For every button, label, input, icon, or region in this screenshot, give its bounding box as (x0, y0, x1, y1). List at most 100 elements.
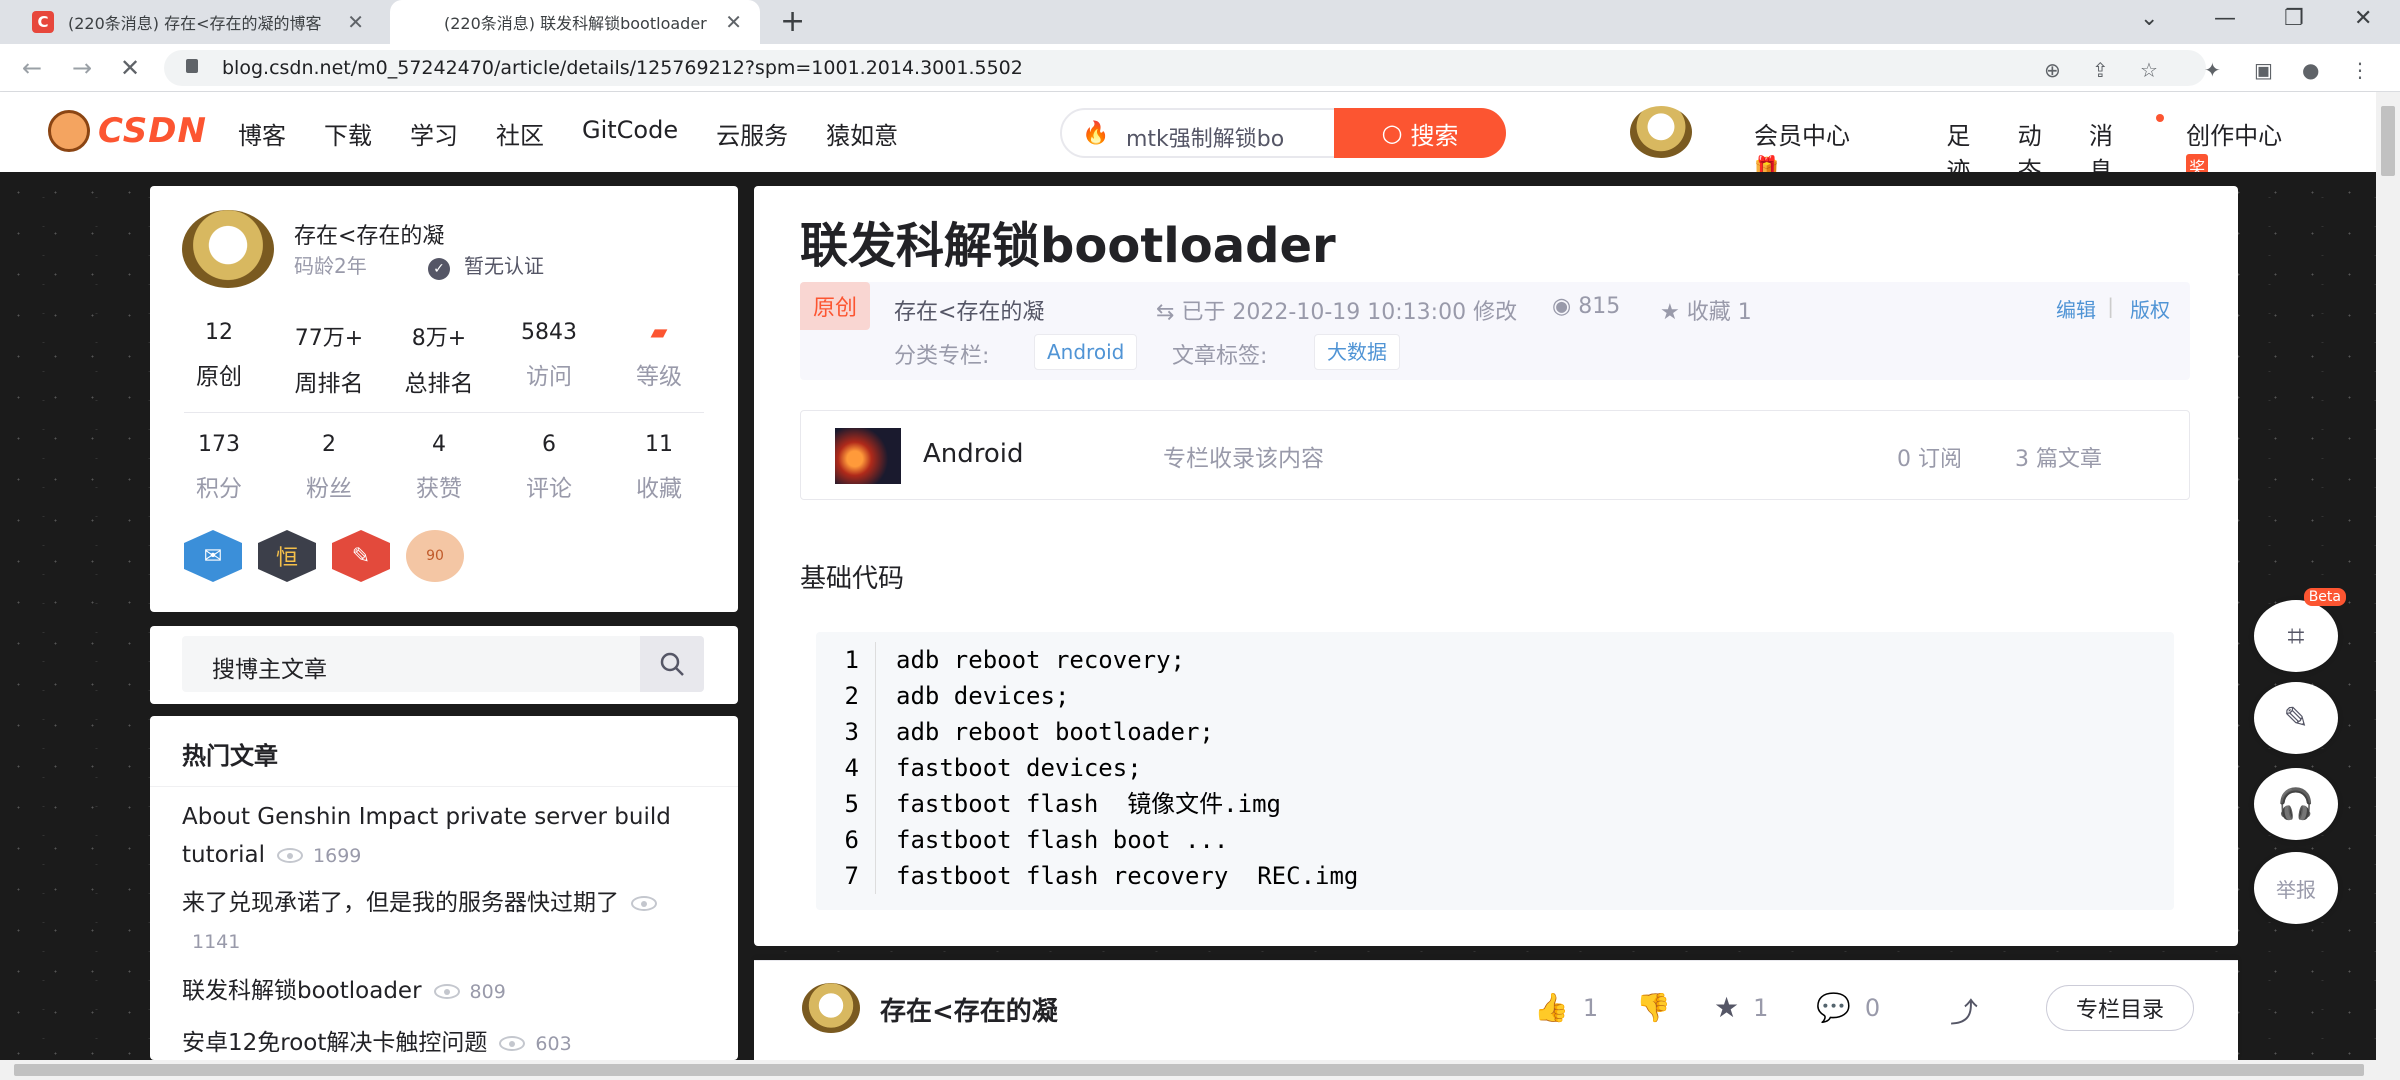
nav-blog[interactable]: 博客 (238, 116, 286, 151)
stat-likes[interactable]: 4 获赞 (384, 432, 494, 503)
author-avatar[interactable] (182, 210, 274, 288)
vertical-scrollbar[interactable] (2376, 92, 2400, 1060)
stat-fans[interactable]: 2 粉丝 (274, 432, 384, 503)
close-tab-icon[interactable]: ✕ (725, 10, 742, 34)
stat-favorites[interactable]: 11 收藏 (604, 432, 714, 503)
eye-icon (499, 1036, 526, 1051)
ai-assistant-button[interactable]: ⌗ Beta (2254, 588, 2346, 672)
scroll-thumb[interactable] (14, 1064, 2364, 1076)
nav-cloud[interactable]: 云服务 (716, 116, 788, 151)
hot-articles-title: 热门文章 (182, 742, 278, 770)
hot-article-item[interactable]: 来了兑现承诺了，但是我的服务器快过期了1141 (182, 884, 712, 961)
star-icon: ★ (1714, 991, 1740, 1024)
browser-tab-strip: C (220条消息) 存在<存在的凝的博客 ✕ • (220条消息) 联发科解锁… (0, 0, 2400, 44)
horizontal-scrollbar[interactable] (0, 1060, 2400, 1080)
hot-article-item[interactable]: 安卓12免root解决卡触控问题 603 (182, 1024, 712, 1063)
sidebar-icon[interactable]: ▣ (2254, 58, 2273, 82)
customer-service-button[interactable]: 🎧 (2254, 768, 2338, 840)
medal-90-icon[interactable]: 90 (406, 530, 464, 582)
read-count: ◉ 815 (1552, 294, 1621, 319)
search-button[interactable]: ○ 搜索 (1334, 108, 1506, 158)
nav-download[interactable]: 下载 (324, 116, 372, 151)
column-card[interactable]: Android 专栏收录该内容 0 订阅 3 篇文章 (800, 410, 2190, 500)
divider (150, 786, 738, 787)
extensions-puzzle-icon[interactable]: ✦ (2204, 58, 2221, 82)
browser-tab-active[interactable]: • (220条消息) 联发科解锁bootloader ✕ (390, 0, 760, 44)
shield-icon: ✓ (428, 258, 450, 280)
minimize-button[interactable]: — (2214, 6, 2236, 31)
forward-arrow-icon[interactable]: → (72, 54, 92, 82)
column-toc-button[interactable]: 专栏目录 (2046, 985, 2194, 1031)
close-tab-icon[interactable]: ✕ (347, 10, 364, 34)
user-avatar[interactable] (1630, 106, 1692, 158)
browser-tab[interactable]: C (220条消息) 存在<存在的凝的博客 ✕ (14, 0, 382, 44)
like-button[interactable]: 👍 1 (1534, 991, 1598, 1024)
author-name[interactable]: 存在<存在的凝 (294, 218, 444, 250)
blog-search-button[interactable] (640, 636, 704, 692)
copyright-link[interactable]: 版权 (2130, 294, 2170, 323)
stat-original[interactable]: 12 原创 (164, 320, 274, 398)
edit-link[interactable]: 编辑 (2056, 294, 2096, 323)
browser-toolbar: ← → ✕ blog.csdn.net/m0_57242470/article/… (0, 44, 2400, 92)
medal-persistence-icon[interactable]: 恒 (258, 530, 316, 582)
restore-button[interactable]: ❐ (2284, 6, 2304, 31)
nav-learn[interactable]: 学习 (410, 116, 458, 151)
article-tag[interactable]: 大数据 (1314, 334, 1400, 370)
address-bar[interactable]: blog.csdn.net/m0_57242470/article/detail… (164, 50, 2206, 86)
dislike-button[interactable]: 👎 (1636, 991, 1685, 1024)
scan-icon: ⌗ (2287, 618, 2305, 654)
favorite-count[interactable]: ★ 收藏 1 (1660, 294, 1752, 326)
site-search: 🔥 mtk强制解锁bo ○ 搜索 (1060, 108, 1506, 158)
scroll-thumb[interactable] (2381, 106, 2395, 176)
code-line: fastboot flash boot ... (896, 826, 1229, 854)
bookmark-star-icon[interactable]: ☆ (2140, 58, 2158, 82)
comment-button[interactable]: 💬 0 (1816, 991, 1880, 1024)
share-button[interactable]: ⤴ (1950, 991, 1992, 1031)
tab-title: (220条消息) 联发科解锁bootloader (444, 14, 707, 33)
code-line: adb reboot recovery; (896, 646, 1185, 674)
stat-visits[interactable]: 5843 访问 (494, 320, 604, 398)
profile-icon[interactable]: ● (2302, 58, 2319, 82)
stats-row-2: 173 积分 2 粉丝 4 获赞 6 评论 11 收藏 (164, 432, 724, 503)
author-name[interactable]: 存在<存在的凝 (880, 991, 1058, 1028)
csdn-logo[interactable]: CSDN (48, 110, 207, 152)
stat-week-rank[interactable]: 77万+ 周排名 (274, 320, 384, 398)
column-name[interactable]: Android (923, 439, 1024, 469)
eye-icon (631, 896, 657, 911)
code-block[interactable]: 1 2 3 4 5 6 7 adb reboot recovery; adb d… (816, 632, 2174, 910)
search-icon: ○ (1381, 119, 1403, 147)
zoom-icon[interactable]: ⊕ (2044, 58, 2061, 82)
hot-article-item[interactable]: 联发科解锁bootloader 809 (182, 972, 712, 1011)
url-text[interactable]: blog.csdn.net/m0_57242470/article/detail… (222, 57, 1023, 79)
code-line: fastboot devices; (896, 754, 1142, 782)
lock-icon (186, 59, 198, 73)
meta-author[interactable]: 存在<存在的凝 (894, 294, 1044, 326)
favorite-button[interactable]: ★ 1 (1714, 991, 1768, 1024)
menu-kebab-icon[interactable]: ⋮ (2350, 58, 2370, 82)
stat-level[interactable]: ▰ 等级 (604, 320, 714, 398)
nav-community[interactable]: 社区 (496, 116, 544, 151)
nav-gitcode[interactable]: GitCode (582, 116, 678, 151)
monkey-mascot-icon (48, 110, 90, 152)
report-button[interactable]: 举报 (2254, 852, 2338, 924)
author-avatar[interactable] (802, 983, 860, 1033)
write-button[interactable]: ✎ (2254, 682, 2338, 754)
close-window-button[interactable]: ✕ (2354, 6, 2372, 31)
category-tag[interactable]: Android (1034, 334, 1138, 370)
blog-search-input[interactable]: 搜博主文章 (182, 636, 704, 692)
back-arrow-icon[interactable]: ← (22, 54, 42, 82)
stop-loading-icon[interactable]: ✕ (120, 54, 140, 82)
stat-total-rank[interactable]: 8万+ 总排名 (384, 320, 494, 398)
fire-icon: 🔥 (1082, 121, 1110, 146)
stat-comments[interactable]: 6 评论 (494, 432, 604, 503)
new-tab-button[interactable]: + (780, 4, 805, 39)
medal-pen-icon[interactable]: ✎ (332, 530, 390, 582)
medal-book-icon[interactable]: ✉ (184, 530, 242, 582)
share-icon[interactable]: ⇪ (2092, 58, 2109, 82)
column-article-count: 3 篇文章 (2015, 447, 2102, 472)
hot-article-item[interactable]: About Genshin Impact private server buil… (182, 798, 712, 875)
stat-points[interactable]: 173 积分 (164, 432, 274, 503)
nav-yuanruyi[interactable]: 猿如意 (826, 116, 898, 151)
csdn-header: CSDN 博客 下载 学习 社区 GitCode 云服务 猿如意 🔥 mtk强制… (0, 92, 2376, 185)
tab-search-chevron-icon[interactable]: ⌄ (2140, 6, 2158, 31)
